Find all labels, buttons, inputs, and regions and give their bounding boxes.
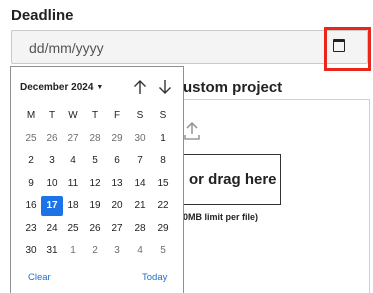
day-cell[interactable]: 16 (20, 196, 42, 216)
day-cell[interactable]: 11 (62, 174, 84, 194)
day-cell[interactable]: 30 (20, 241, 42, 261)
day-cell[interactable]: 1 (62, 241, 84, 261)
arrow-up-icon[interactable] (133, 79, 147, 95)
day-cell[interactable]: 6 (106, 151, 128, 171)
weekday-header: T (48, 110, 56, 121)
weekday-header: M (26, 110, 36, 121)
weekday-header: S (159, 110, 167, 121)
day-cell[interactable]: 20 (106, 196, 128, 216)
day-cell[interactable]: 19 (84, 196, 106, 216)
day-cell[interactable]: 3 (41, 151, 63, 171)
clear-button[interactable]: Clear (28, 272, 51, 283)
day-cell[interactable]: 28 (84, 129, 106, 149)
day-cell[interactable]: 28 (129, 219, 151, 239)
day-cell[interactable]: 26 (41, 129, 63, 149)
day-cell[interactable]: 26 (84, 219, 106, 239)
date-placeholder: dd/mm/yyyy (29, 40, 104, 56)
deadline-date-input[interactable]: dd/mm/yyyy (11, 30, 368, 64)
today-button[interactable]: Today (142, 272, 167, 283)
day-cell[interactable]: 30 (129, 129, 151, 149)
project-heading: ustom project (183, 79, 283, 96)
file-limit-text: 0MB limit per file) (183, 212, 259, 222)
deadline-label: Deadline (11, 7, 74, 24)
day-cell[interactable]: 2 (84, 241, 106, 261)
day-cell[interactable]: 21 (129, 196, 151, 216)
weekday-header: W (68, 110, 78, 121)
day-cell[interactable]: 4 (129, 241, 151, 261)
day-cell[interactable]: 27 (106, 219, 128, 239)
day-cell[interactable]: 24 (41, 219, 63, 239)
day-cell[interactable]: 22 (152, 196, 174, 216)
weekday-header: F (113, 110, 121, 121)
day-cell[interactable]: 3 (106, 241, 128, 261)
day-cell[interactable]: 10 (41, 174, 63, 194)
day-cell[interactable]: 1 (152, 129, 174, 149)
day-cell[interactable]: 27 (62, 129, 84, 149)
day-cell[interactable]: 13 (106, 174, 128, 194)
month-label: December 2024 (20, 82, 94, 93)
calendar-popup: December 2024 ▼ M T W T F S S 25 26 27 28 29 30 1 2 3 4 5 6… (10, 66, 184, 293)
day-cell[interactable]: 5 (84, 151, 106, 171)
drag-text: or drag here (189, 171, 277, 188)
day-cell[interactable]: 15 (152, 174, 174, 194)
day-cell[interactable]: 23 (20, 219, 42, 239)
month-selector[interactable]: December 2024 ▼ (20, 82, 103, 93)
day-cell[interactable]: 9 (20, 174, 42, 194)
day-cell[interactable]: 29 (152, 219, 174, 239)
day-cell[interactable]: 31 (41, 241, 63, 261)
day-cell[interactable]: 4 (62, 151, 84, 171)
day-cell[interactable]: 12 (84, 174, 106, 194)
day-cell-selected[interactable]: 17 (41, 196, 63, 216)
weekday-header: S (136, 110, 144, 121)
day-cell[interactable]: 8 (152, 151, 174, 171)
day-cell[interactable]: 2 (20, 151, 42, 171)
day-cell[interactable]: 5 (152, 241, 174, 261)
weekday-header: T (91, 110, 99, 121)
highlight-box (324, 27, 371, 71)
arrow-down-icon[interactable] (158, 79, 172, 95)
day-cell[interactable]: 29 (106, 129, 128, 149)
day-cell[interactable]: 18 (62, 196, 84, 216)
day-cell[interactable]: 25 (20, 129, 42, 149)
upload-arrow-icon (184, 121, 200, 140)
chevron-down-icon: ▼ (96, 84, 104, 91)
day-cell[interactable]: 7 (129, 151, 151, 171)
day-cell[interactable]: 14 (129, 174, 151, 194)
day-cell[interactable]: 25 (62, 219, 84, 239)
